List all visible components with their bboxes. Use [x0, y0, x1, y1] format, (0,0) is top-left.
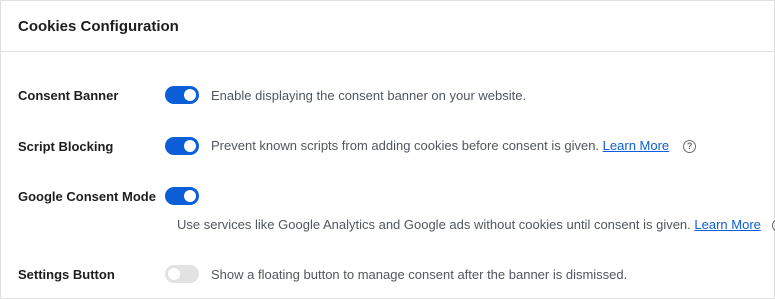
- panel-header: Cookies Configuration: [1, 1, 774, 52]
- question-circle-icon[interactable]: ?: [683, 139, 697, 153]
- toggle-knob: [184, 140, 196, 152]
- setting-row-settings-button: Settings Button Show a floating button t…: [1, 264, 774, 284]
- google-consent-mode-label: Google Consent Mode: [18, 188, 156, 204]
- google-consent-mode-description-row: Use services like Google Analytics and G…: [1, 215, 775, 235]
- setting-row-consent-banner: Consent Banner Enable displaying the con…: [1, 85, 774, 105]
- consent-banner-label: Consent Banner: [18, 87, 119, 103]
- setting-row-script-blocking: Script Blocking Prevent known scripts fr…: [1, 136, 774, 156]
- consent-banner-description: Enable displaying the consent banner on …: [211, 87, 527, 103]
- google-consent-mode-toggle[interactable]: [165, 187, 199, 205]
- panel-title: Cookies Configuration: [18, 17, 179, 35]
- script-blocking-toggle[interactable]: [165, 137, 199, 155]
- script-blocking-description: Prevent known scripts from adding cookie…: [211, 138, 600, 154]
- google-consent-mode-description-line: Use services like Google Analytics and G…: [177, 217, 775, 232]
- google-consent-mode-learn-more-link[interactable]: Learn More: [694, 217, 760, 232]
- toggle-knob: [168, 268, 180, 280]
- consent-banner-toggle[interactable]: [165, 86, 199, 104]
- settings-button-toggle[interactable]: [165, 265, 199, 283]
- settings-button-description: Show a floating button to manage consent…: [211, 266, 628, 282]
- toggle-knob: [184, 89, 196, 101]
- script-blocking-description-line: Prevent known scripts from adding cookie…: [211, 138, 697, 154]
- cookies-configuration-panel: Cookies Configuration Consent Banner Ena…: [0, 0, 775, 299]
- script-blocking-learn-more-link[interactable]: Learn More: [603, 138, 669, 153]
- setting-row-google-consent-mode: Google Consent Mode: [1, 186, 774, 206]
- script-blocking-label: Script Blocking: [18, 138, 114, 154]
- google-consent-mode-description: Use services like Google Analytics and G…: [177, 217, 691, 233]
- toggle-knob: [184, 190, 196, 202]
- settings-button-label: Settings Button: [18, 266, 115, 282]
